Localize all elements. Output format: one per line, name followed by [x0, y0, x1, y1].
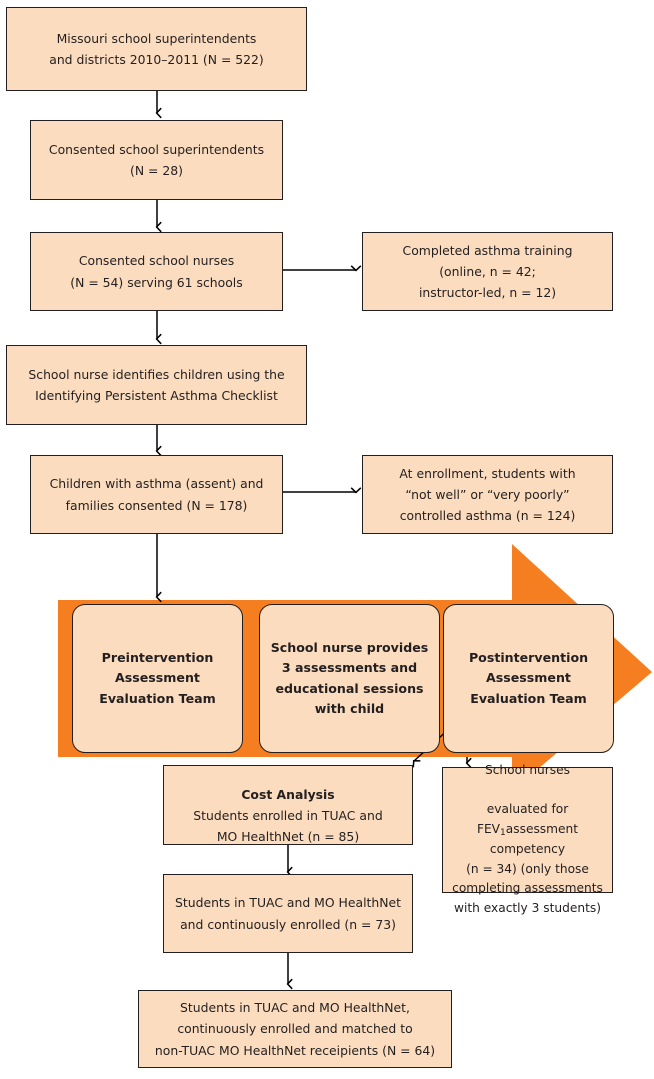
- connector-lines: [155, 91, 472, 990]
- node-consented-superintendents: Consented school superintendents (N = 28…: [30, 120, 283, 200]
- node-superintendents-districts: Missouri school superintendents and dist…: [6, 7, 307, 91]
- node-asthma-training: Completed asthma training (online, n = 4…: [362, 232, 613, 311]
- node-consented-nurses-text: Consented school nurses (N = 54) serving…: [70, 253, 243, 290]
- node-children-consented-text: Children with asthma (assent) and famili…: [49, 476, 264, 513]
- node-children-consented: Children with asthma (assent) and famili…: [30, 455, 283, 534]
- node-uncontrolled-asthma-text: At enrollment, students with “not well” …: [399, 465, 576, 524]
- node-cost-analysis-text: Students enrolled in TUAC and MO HealthN…: [193, 808, 383, 845]
- node-preintervention-team-text: Preintervention Assessment Evaluation Te…: [99, 649, 216, 706]
- node-postintervention-team: Postintervention Assessment Evaluation T…: [443, 604, 614, 753]
- node-superintendents-districts-text: Missouri school superintendents and dist…: [49, 30, 264, 67]
- node-nurse-competency-rest: assessment competency (n = 34) (only tho…: [452, 822, 603, 916]
- node-continuously-enrolled: Students in TUAC and MO HealthNet and co…: [163, 874, 413, 953]
- flowchart-canvas: Missouri school superintendents and dist…: [0, 0, 654, 1079]
- node-identifying-checklist-text: School nurse identifies children using t…: [28, 366, 285, 403]
- node-asthma-training-text: Completed asthma training (online, n = 4…: [402, 242, 573, 301]
- node-postintervention-team-text: Postintervention Assessment Evaluation T…: [468, 649, 589, 706]
- node-uncontrolled-asthma: At enrollment, students with “not well” …: [362, 455, 613, 534]
- node-matched-cohort: Students in TUAC and MO HealthNet, conti…: [138, 990, 452, 1068]
- node-nurse-competency-subscript: 1: [500, 828, 506, 839]
- node-cost-analysis: Cost Analysis Students enrolled in TUAC a…: [163, 765, 413, 845]
- node-nurse-competency: School nurses evaluated for FEV1assessme…: [442, 763, 613, 915]
- node-consented-nurses: Consented school nurses (N = 54) serving…: [30, 232, 283, 311]
- node-matched-cohort-text: Students in TUAC and MO HealthNet, conti…: [154, 1000, 436, 1058]
- node-nurse-assessment-sessions-text: School nurse provides 3 assessments and …: [270, 639, 429, 716]
- node-continuously-enrolled-text: Students in TUAC and MO HealthNet and co…: [175, 895, 401, 932]
- node-nurse-assessment-sessions: School nurse provides 3 assessments and …: [259, 604, 440, 753]
- node-preintervention-team: Preintervention Assessment Evaluation Te…: [72, 604, 243, 753]
- node-identifying-checklist: School nurse identifies children using t…: [6, 345, 307, 425]
- node-nurse-competency-line1: School nurses: [485, 762, 570, 777]
- node-cost-analysis-heading: Cost Analysis: [241, 786, 335, 802]
- node-consented-superintendents-text: Consented school superintendents (N = 28…: [48, 141, 265, 178]
